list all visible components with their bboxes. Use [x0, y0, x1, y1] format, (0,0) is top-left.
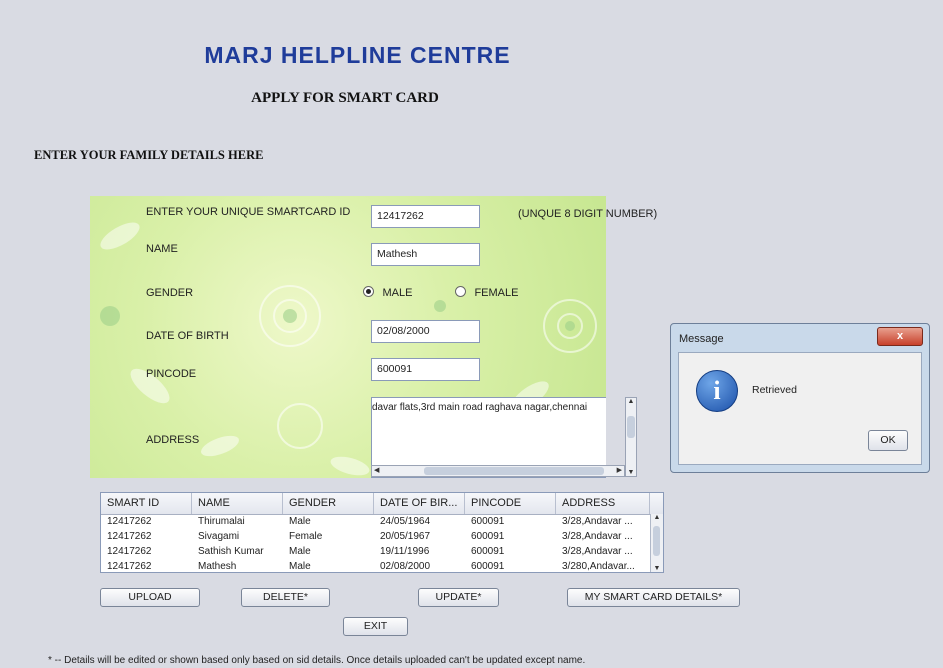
dialog-title: Message: [679, 333, 724, 345]
scroll-up-icon: ▲: [627, 398, 635, 405]
message-dialog: Message x i Retrieved OK: [670, 323, 930, 473]
scroll-thumb[interactable]: [627, 416, 635, 438]
scroll-thumb[interactable]: [653, 526, 660, 556]
exit-button[interactable]: EXIT: [343, 617, 408, 636]
column-header[interactable]: SMART ID: [101, 493, 192, 514]
table-body: 12417262 Thirumalai Male 24/05/1964 6000…: [101, 515, 663, 572]
dob-label: DATE OF BIRTH: [146, 330, 229, 342]
dialog-close-button[interactable]: x: [877, 327, 923, 346]
name-label: NAME: [146, 243, 178, 255]
table-header: SMART ID NAME GENDER DATE OF BIR... PINC…: [101, 493, 663, 515]
address-horizontal-scrollbar[interactable]: ◀ ▶: [371, 465, 625, 477]
pincode-input[interactable]: 600091: [371, 358, 480, 381]
table-cell: 3/28,Andavar ...: [562, 516, 633, 527]
info-icon: i: [696, 370, 738, 412]
family-table[interactable]: SMART ID NAME GENDER DATE OF BIR... PINC…: [100, 492, 664, 573]
app-title: MARJ HELPLINE CENTRE: [204, 42, 511, 68]
delete-button[interactable]: DELETE*: [241, 588, 330, 607]
address-vertical-scrollbar[interactable]: ▲ ▼: [625, 397, 637, 477]
column-header[interactable]: NAME: [192, 493, 283, 514]
column-header[interactable]: DATE OF BIR...: [374, 493, 465, 514]
scroll-right-icon: ▶: [616, 467, 622, 474]
smartcard-id-label: ENTER YOUR UNIQUE SMARTCARD ID: [146, 206, 351, 218]
name-input[interactable]: Mathesh: [371, 243, 480, 266]
table-cell: 02/08/2000: [380, 561, 431, 572]
table-cell: Mathesh: [198, 561, 237, 572]
pincode-label: PINCODE: [146, 368, 197, 380]
table-cell: Sathish Kumar: [198, 546, 264, 557]
gender-male-radio[interactable]: MALE: [363, 283, 412, 301]
gender-male-label: MALE: [382, 287, 413, 299]
table-row[interactable]: 12417262 Sathish Kumar Male 19/11/1996 6…: [101, 545, 663, 560]
upload-button[interactable]: UPLOAD: [100, 588, 200, 607]
table-cell: 20/05/1967: [380, 531, 431, 542]
table-cell: 12417262: [107, 516, 152, 527]
column-header[interactable]: ADDRESS: [556, 493, 650, 514]
scroll-down-icon: ▼: [653, 565, 661, 572]
table-cell: 600091: [471, 546, 505, 557]
section-heading: ENTER YOUR FAMILY DETAILS HERE: [34, 148, 264, 162]
gender-female-label: FEMALE: [474, 287, 519, 299]
page-subtitle: APPLY FOR SMART CARD: [251, 90, 439, 106]
ok-button[interactable]: OK: [868, 430, 908, 451]
dob-input[interactable]: 02/08/2000: [371, 320, 480, 343]
table-scrollbar[interactable]: ▲ ▼: [650, 514, 663, 572]
scroll-h-thumb[interactable]: [424, 467, 604, 475]
close-icon: x: [896, 330, 904, 342]
table-row[interactable]: 12417262 Thirumalai Male 24/05/1964 6000…: [101, 515, 663, 530]
table-cell: Male: [289, 516, 311, 527]
table-cell: 3/280,Andavar...: [562, 561, 635, 572]
update-button[interactable]: UPDATE*: [418, 588, 499, 607]
gender-female-radio[interactable]: FEMALE: [455, 283, 518, 301]
column-header[interactable]: PINCODE: [465, 493, 556, 514]
column-header[interactable]: GENDER: [283, 493, 374, 514]
table-cell: Male: [289, 546, 311, 557]
table-cell: 3/28,Andavar ...: [562, 546, 633, 557]
table-cell: 600091: [471, 516, 505, 527]
table-cell: Female: [289, 531, 323, 542]
table-cell: 19/11/1996: [380, 546, 430, 557]
table-cell: Sivagami: [198, 531, 240, 542]
table-cell: Thirumalai: [198, 516, 245, 527]
smartcard-id-hint: (UNQUE 8 DIGIT NUMBER): [518, 208, 658, 220]
table-cell: Male: [289, 561, 311, 572]
form-panel: ENTER YOUR UNIQUE SMARTCARD ID 12417262 …: [90, 196, 606, 478]
table-cell: 12417262: [107, 546, 152, 557]
scroll-down-icon: ▼: [627, 469, 635, 476]
scroll-left-icon: ◀: [374, 467, 380, 474]
address-label: ADDRESS: [146, 434, 200, 446]
radio-selected-icon: [363, 286, 374, 298]
radio-unselected-icon: [455, 286, 466, 298]
table-row[interactable]: 12417262 Mathesh Male 02/08/2000 600091 …: [101, 560, 663, 572]
dialog-body: i Retrieved OK: [678, 352, 922, 465]
smartcard-id-input[interactable]: 12417262: [371, 205, 480, 228]
table-cell: 12417262: [107, 531, 152, 542]
table-row[interactable]: 12417262 Sivagami Female 20/05/1967 6000…: [101, 530, 663, 545]
address-text: davar flats,3rd main road raghava nagar,…: [372, 402, 588, 413]
table-cell: 3/28,Andavar ...: [562, 531, 633, 542]
table-cell: 24/05/1964: [380, 516, 431, 527]
table-cell: 600091: [471, 561, 505, 572]
footnote: * -- Details will be edited or shown bas…: [48, 655, 586, 666]
my-smart-card-details-button[interactable]: MY SMART CARD DETAILS*: [567, 588, 740, 607]
dialog-message: Retrieved: [752, 384, 797, 396]
scroll-up-icon: ▲: [653, 514, 661, 521]
table-cell: 600091: [471, 531, 505, 542]
gender-label: GENDER: [146, 287, 194, 299]
table-cell: 12417262: [107, 561, 152, 572]
